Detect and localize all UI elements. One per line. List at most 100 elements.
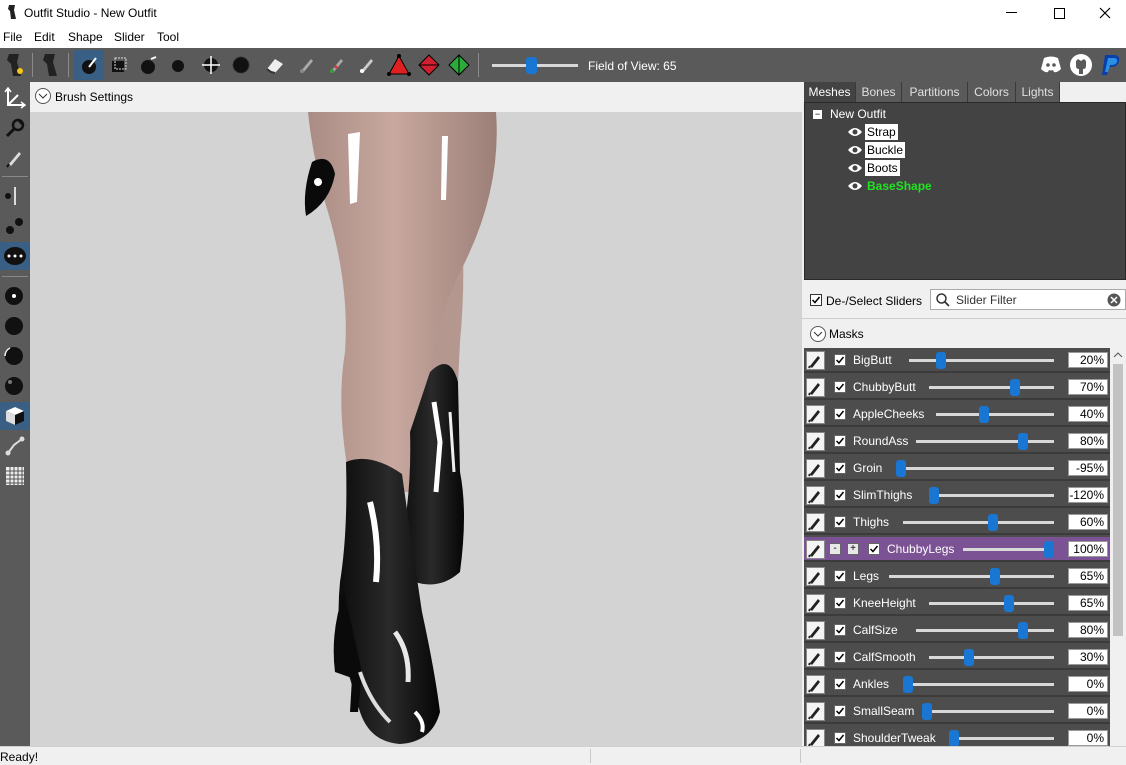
- slider-value-field[interactable]: -95%: [1068, 460, 1108, 476]
- inflate-brush-icon[interactable]: [134, 50, 164, 80]
- slider-thumb[interactable]: [1044, 541, 1054, 558]
- slider-thumb[interactable]: [1010, 379, 1020, 396]
- edit-slider-icon[interactable]: [806, 486, 825, 505]
- slider-thumb[interactable]: [922, 703, 932, 720]
- deflate-brush-icon[interactable]: [164, 50, 194, 80]
- edit-slider-icon[interactable]: [806, 432, 825, 451]
- edit-slider-icon[interactable]: [806, 648, 825, 667]
- slider-row[interactable]: SlimThighs -120%: [804, 483, 1110, 508]
- split-edge-icon[interactable]: [444, 50, 474, 80]
- slider-value-field[interactable]: 60%: [1068, 514, 1108, 530]
- edit-slider-icon[interactable]: [806, 405, 825, 424]
- 3d-viewport[interactable]: Brush Settings: [30, 82, 802, 746]
- slider-thumb[interactable]: [1018, 622, 1028, 639]
- slider-value-field[interactable]: 40%: [1068, 406, 1108, 422]
- slider-thumb[interactable]: [896, 460, 906, 477]
- slider-track[interactable]: [889, 575, 1054, 578]
- tab-bones[interactable]: Bones: [856, 82, 902, 102]
- edit-slider-icon[interactable]: [806, 621, 825, 640]
- tab-meshes[interactable]: Meshes: [804, 82, 856, 102]
- eye-icon[interactable]: [847, 144, 863, 156]
- slider-value-field[interactable]: 20%: [1068, 352, 1108, 368]
- scroll-up-icon[interactable]: [1113, 352, 1123, 358]
- edit-slider-icon[interactable]: [806, 459, 825, 478]
- load-project-button[interactable]: [36, 50, 66, 80]
- brush-settings-bar[interactable]: Brush Settings: [30, 82, 802, 112]
- mesh-item-buckle[interactable]: Buckle: [847, 141, 906, 158]
- slider-minus-button[interactable]: -: [829, 543, 841, 555]
- mask-brush-icon[interactable]: [104, 50, 134, 80]
- slider-value-field[interactable]: 0%: [1068, 730, 1108, 746]
- lighting-icon[interactable]: [0, 342, 30, 370]
- eye-icon[interactable]: [847, 126, 863, 138]
- edit-slider-icon[interactable]: [806, 513, 825, 532]
- vertex-select-icon[interactable]: [0, 144, 30, 172]
- slider-row[interactable]: Groin -95%: [804, 456, 1110, 481]
- slider-checkbox[interactable]: [834, 408, 846, 420]
- mesh-item-boots[interactable]: Boots: [847, 159, 900, 176]
- edit-slider-icon[interactable]: [806, 675, 825, 694]
- collapse-icon[interactable]: −: [813, 110, 822, 119]
- slider-plus-button[interactable]: +: [847, 543, 859, 555]
- slider-row[interactable]: ChubbyButt 70%: [804, 375, 1110, 400]
- slider-track[interactable]: [903, 683, 1054, 686]
- menu-edit[interactable]: Edit: [34, 30, 55, 44]
- slider-checkbox[interactable]: [834, 435, 846, 447]
- slider-filter-input[interactable]: Slider Filter: [930, 289, 1126, 310]
- mirror-z-icon[interactable]: [0, 242, 30, 270]
- slider-value-field[interactable]: 80%: [1068, 622, 1108, 638]
- clear-icon[interactable]: [1107, 293, 1121, 307]
- weight-brush-icon[interactable]: [292, 50, 322, 80]
- edit-slider-icon[interactable]: [806, 567, 825, 586]
- mirror-y-icon[interactable]: [0, 212, 30, 240]
- slider-track[interactable]: [896, 467, 1054, 470]
- slider-row[interactable]: BigButt 20%: [804, 348, 1110, 373]
- slider-track[interactable]: [916, 440, 1054, 443]
- edit-slider-icon[interactable]: [806, 729, 825, 746]
- menu-file[interactable]: File: [3, 30, 22, 44]
- transform-icon[interactable]: [0, 84, 30, 112]
- slider-row[interactable]: Ankles 0%: [804, 672, 1110, 697]
- show-bones-icon[interactable]: [0, 432, 30, 460]
- slider-row[interactable]: - + ChubbyLegs 100%: [804, 537, 1110, 562]
- discord-icon[interactable]: [1036, 50, 1066, 80]
- slider-value-field[interactable]: -120%: [1068, 487, 1108, 503]
- slider-track[interactable]: [903, 521, 1054, 524]
- smooth-brush-icon[interactable]: [226, 50, 256, 80]
- slider-checkbox[interactable]: [834, 732, 846, 744]
- slider-checkbox[interactable]: [834, 570, 846, 582]
- slider-thumb[interactable]: [979, 406, 989, 423]
- slider-value-field[interactable]: 0%: [1068, 676, 1108, 692]
- slider-checkbox[interactable]: [834, 516, 846, 528]
- slider-thumb[interactable]: [988, 514, 998, 531]
- slider-row[interactable]: RoundAss 80%: [804, 429, 1110, 454]
- slider-value-field[interactable]: 65%: [1068, 595, 1108, 611]
- tab-partitions[interactable]: Partitions: [902, 82, 968, 102]
- slider-row[interactable]: KneeHeight 65%: [804, 591, 1110, 616]
- mask-visibility-icon[interactable]: [0, 402, 30, 430]
- slider-checkbox[interactable]: [834, 678, 846, 690]
- alpha-brush-icon[interactable]: [352, 50, 382, 80]
- edit-slider-icon[interactable]: [806, 540, 825, 559]
- slider-checkbox[interactable]: [834, 705, 846, 717]
- mirror-x-icon[interactable]: [0, 182, 30, 210]
- slider-track[interactable]: [963, 548, 1054, 551]
- menu-tool[interactable]: Tool: [157, 30, 179, 44]
- wireframe-icon[interactable]: [0, 312, 30, 340]
- mesh-item-baseshape[interactable]: BaseShape: [847, 177, 934, 194]
- close-button[interactable]: [1082, 0, 1126, 26]
- masks-bar[interactable]: Masks: [802, 318, 1126, 349]
- slider-track[interactable]: [936, 413, 1054, 416]
- slider-row[interactable]: AppleCheeks 40%: [804, 402, 1110, 427]
- select-brush-icon[interactable]: [74, 50, 104, 80]
- show-vertices-icon[interactable]: [0, 282, 30, 310]
- undiff-brush-icon[interactable]: [260, 50, 290, 80]
- slider-checkbox[interactable]: [834, 462, 846, 474]
- slider-row[interactable]: Legs 65%: [804, 564, 1110, 589]
- slider-track[interactable]: [909, 359, 1054, 362]
- slider-thumb[interactable]: [903, 676, 913, 693]
- menu-shape[interactable]: Shape: [68, 30, 103, 44]
- maximize-button[interactable]: [1036, 0, 1082, 26]
- eye-icon[interactable]: [847, 162, 863, 174]
- new-project-button[interactable]: [0, 50, 30, 80]
